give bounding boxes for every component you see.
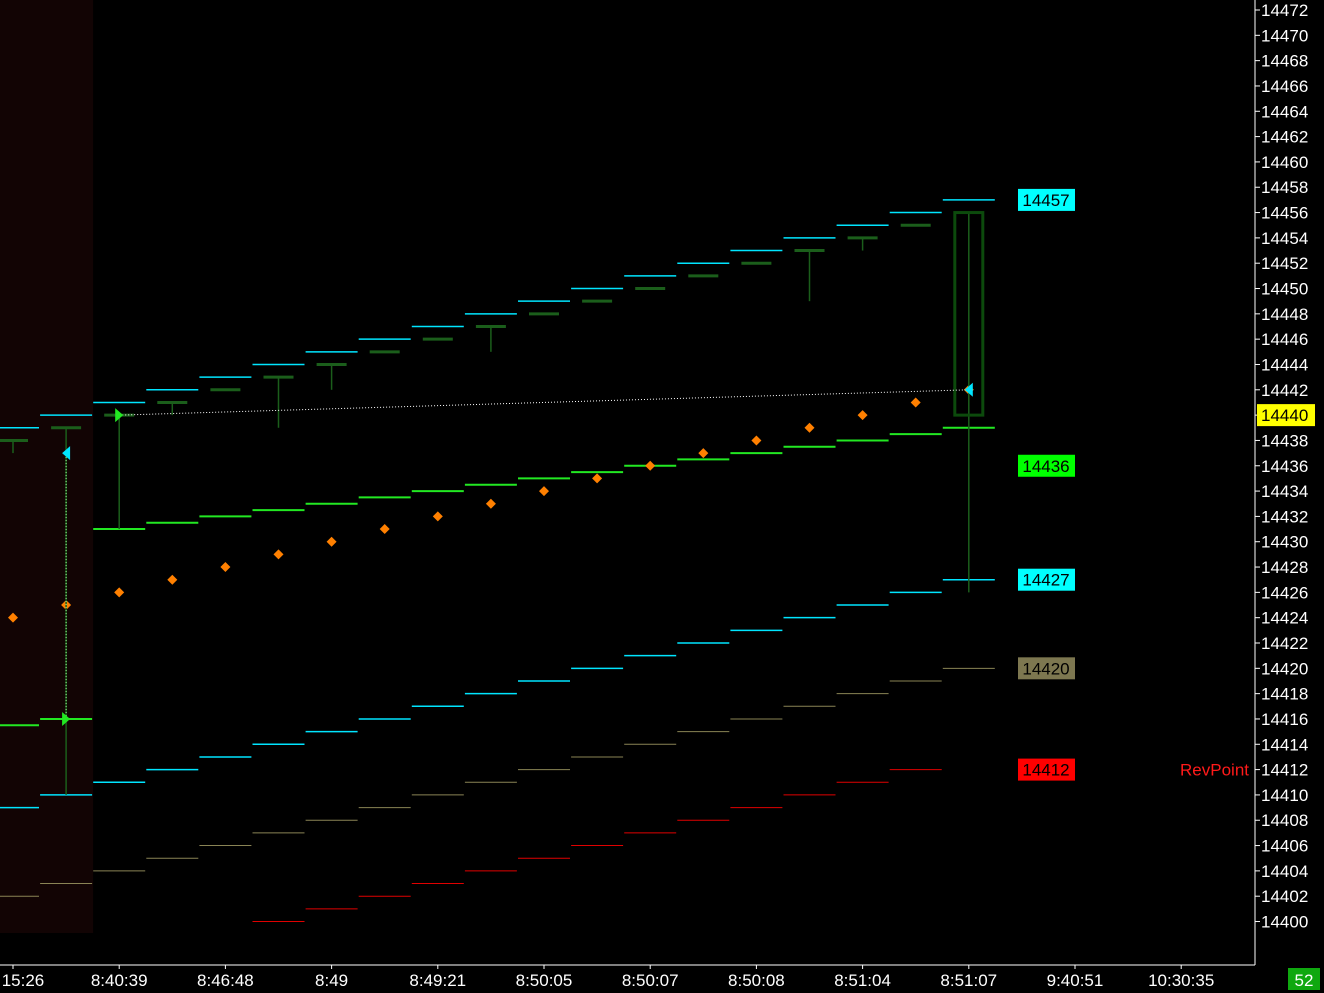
y-tick-label: 14444 [1261, 355, 1308, 374]
y-tick-label: 14432 [1261, 507, 1308, 526]
y-tick-label: 14404 [1261, 862, 1308, 881]
price-label-text: 14420 [1022, 659, 1069, 678]
session-shading [0, 0, 94, 933]
dot-marker [273, 549, 284, 560]
dot-marker [751, 435, 762, 446]
y-tick-label: 14458 [1261, 178, 1308, 197]
y-tick-label: 14462 [1261, 128, 1308, 147]
dot-marker [114, 587, 125, 598]
x-tick-label: 8:50:07 [622, 971, 679, 990]
dot-marker [326, 536, 337, 547]
x-tick-label: 15:26 [2, 971, 45, 990]
dotted-link [119, 389, 969, 416]
dot-marker [804, 422, 815, 433]
y-tick-label: 14452 [1261, 254, 1308, 273]
y-tick-label: 14428 [1261, 558, 1308, 577]
y-tick-label: 14470 [1261, 26, 1308, 45]
x-tick-label: 8:50:08 [728, 971, 785, 990]
dot-marker [857, 410, 868, 421]
y-tick-label: 14426 [1261, 583, 1308, 602]
price-label-text: 14436 [1022, 457, 1069, 476]
dot-marker [432, 511, 443, 522]
axes-layer: 14472 14470 14468 14466 14464 14462 14460 14458… [0, 0, 1320, 990]
corner-badge-text: 52 [1295, 971, 1314, 990]
x-tick-label: 8:40:39 [91, 971, 148, 990]
dot-marker [167, 574, 178, 585]
dot-marker [592, 473, 603, 484]
dot-marker [485, 498, 496, 509]
x-tick-label: 8:50:05 [516, 971, 573, 990]
y-tick-label: 14454 [1261, 229, 1308, 248]
session-shading-layer [0, 0, 94, 933]
x-tick-label: 9:40:51 [1047, 971, 1104, 990]
y-tick-label: 14466 [1261, 77, 1308, 96]
y-tick-label: 14402 [1261, 887, 1308, 906]
dot-marker [539, 486, 549, 497]
current-price-text: 14440 [1261, 406, 1308, 425]
y-tick-label: 14468 [1261, 52, 1308, 71]
dot-marker [379, 524, 390, 535]
y-tick-label: 14406 [1261, 837, 1308, 856]
y-tick-label: 14464 [1261, 102, 1308, 121]
x-tick-label: 10:30:35 [1148, 971, 1214, 990]
x-tick-label: 8:49:21 [409, 971, 466, 990]
y-tick-label: 14448 [1261, 305, 1308, 324]
dot-marker [698, 448, 709, 459]
dot-marker [220, 562, 231, 573]
x-tick-label: 8:46:48 [197, 971, 254, 990]
signal-markers-layer [62, 382, 973, 726]
y-tick-label: 14446 [1261, 330, 1308, 349]
y-tick-label: 14418 [1261, 685, 1308, 704]
y-tick-label: 14456 [1261, 204, 1308, 223]
y-tick-label: 14442 [1261, 381, 1308, 400]
y-tick-label: 14472 [1261, 1, 1308, 20]
price-chart[interactable]: 1445714436144271442014412 RevPoint 144721… [0, 0, 1324, 993]
y-tick-label: 14416 [1261, 710, 1308, 729]
y-tick-label: 14400 [1261, 913, 1308, 932]
y-tick-label: 14424 [1261, 609, 1308, 628]
y-tick-label: 14434 [1261, 482, 1308, 501]
y-tick-label: 14420 [1261, 659, 1308, 678]
annotation-text: RevPoint [1180, 761, 1249, 780]
price-label-text: 14412 [1022, 761, 1069, 780]
dot-marker [910, 397, 921, 408]
price-label-text: 14427 [1022, 571, 1069, 590]
y-tick-label: 14450 [1261, 280, 1308, 299]
y-tick-label: 14414 [1261, 735, 1308, 754]
x-tick-label: 8:49 [315, 971, 348, 990]
y-tick-label: 14408 [1261, 811, 1308, 830]
y-tick-label: 14422 [1261, 634, 1308, 653]
y-tick-label: 14436 [1261, 457, 1308, 476]
dot-marker [645, 460, 656, 471]
price-labels-layer: 14457 14436 14427 14420 14412 RevPoint [1018, 188, 1249, 781]
y-tick-label: 14438 [1261, 431, 1308, 450]
indicator-lines-layer [0, 199, 995, 923]
x-tick-label: 8:51:04 [834, 971, 891, 990]
y-tick-label: 14460 [1261, 153, 1308, 172]
y-tick-label: 14430 [1261, 533, 1308, 552]
y-tick-label: 14410 [1261, 786, 1308, 805]
x-tick-label: 8:51:07 [940, 971, 997, 990]
y-tick-label: 14412 [1261, 761, 1308, 780]
price-label-text: 14457 [1022, 191, 1069, 210]
